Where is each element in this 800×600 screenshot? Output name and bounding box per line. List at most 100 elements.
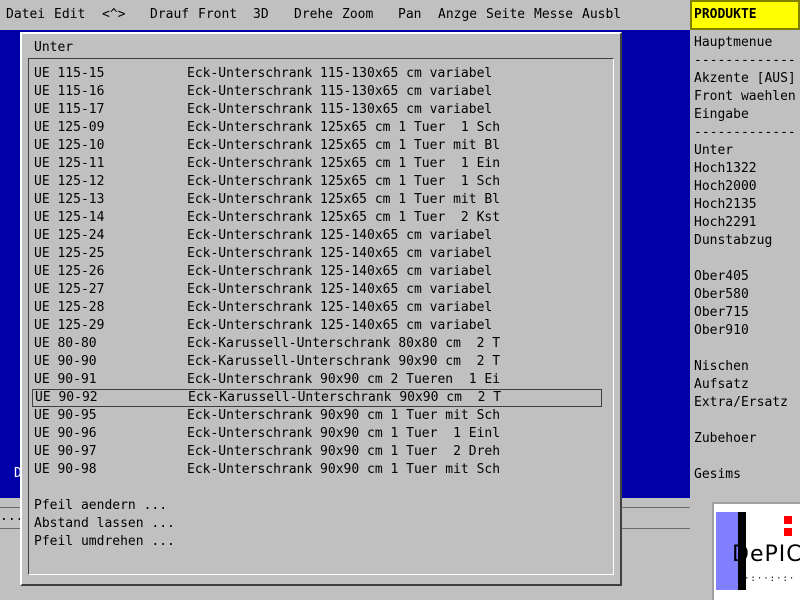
side-menu-item[interactable]: Eingabe <box>694 106 749 124</box>
side-menu-item[interactable]: Ober580 <box>694 286 749 304</box>
product-description: Eck-Unterschrank 90x90 cm 1 Tuer mit Sch <box>187 408 501 423</box>
side-panel-title: PRODUKTE <box>690 0 800 30</box>
menu-prev-next[interactable]: <^> <box>102 6 125 24</box>
product-code: UE 90-96 <box>34 426 97 441</box>
product-description: Eck-Unterschrank 125x65 cm 1 Tuer 1 Sch <box>187 174 501 189</box>
product-code: UE 125-24 <box>34 228 105 243</box>
side-menu-item[interactable]: Hoch2135 <box>694 196 757 214</box>
menu-front[interactable]: Front <box>198 6 237 24</box>
product-description: Eck-Unterschrank 125-140x65 cm variabel <box>187 228 493 243</box>
product-description: Eck-Unterschrank 125x65 cm 1 Tuer 1 Sch <box>187 120 501 135</box>
product-description: Eck-Karussell-Unterschrank 90x90 cm 2 T <box>188 390 502 405</box>
menu-messe[interactable]: Messe <box>534 6 573 24</box>
product-code: UE 125-13 <box>34 192 105 207</box>
status-field-right <box>622 507 690 529</box>
product-code: UE 125-25 <box>34 246 105 261</box>
product-row[interactable]: UE 90-97 Eck-Unterschrank 90x90 cm 1 Tuer… <box>32 443 602 461</box>
product-description: Eck-Unterschrank 125-140x65 cm variabel <box>187 318 493 333</box>
side-menu-item[interactable]: Hauptmenue <box>694 34 772 52</box>
side-menu-item[interactable]: Extra/Ersatz <box>694 394 788 412</box>
product-description: Eck-Unterschrank 125-140x65 cm variabel <box>187 282 493 297</box>
logo-dots: ·:··:·:· <box>744 574 796 584</box>
product-row[interactable]: UE 90-98 Eck-Unterschrank 90x90 cm 1 Tuer… <box>32 461 602 479</box>
depict-logo: DePICT ·:··:·:· <box>712 502 800 600</box>
product-code: UE 90-97 <box>34 444 97 459</box>
product-row[interactable]: UE 125-10 Eck-Unterschrank 125x65 cm 1 Tu… <box>32 137 602 155</box>
side-menu-item[interactable]: Unter <box>694 142 733 160</box>
menu-3d[interactable]: 3D <box>253 6 269 24</box>
product-row[interactable]: UE 90-95 Eck-Unterschrank 90x90 cm 1 Tuer… <box>32 407 602 425</box>
product-code: UE 80-80 <box>34 336 97 351</box>
product-code: UE 90-95 <box>34 408 97 423</box>
product-description: Eck-Unterschrank 125x65 cm 1 Tuer 2 Kst <box>187 210 501 225</box>
menu-anzge[interactable]: Anzge <box>438 6 477 24</box>
product-code: UE 90-92 <box>35 390 98 405</box>
action-pfeil-aendern[interactable]: Pfeil aendern ... <box>34 497 167 515</box>
product-code: UE 125-27 <box>34 282 105 297</box>
menu-pan[interactable]: Pan <box>398 6 421 24</box>
menu-seite[interactable]: Seite <box>486 6 525 24</box>
product-row[interactable]: UE 90-92 Eck-Karussell-Unterschrank 90x90… <box>32 389 602 407</box>
menu-drehe[interactable]: Drehe <box>294 6 333 24</box>
side-menu-item[interactable]: Akzente [AUS] <box>694 70 796 88</box>
side-menu-item[interactable]: Aufsatz <box>694 376 749 394</box>
menu-zoom[interactable]: Zoom <box>342 6 373 24</box>
side-menu-item[interactable]: Zubehoer <box>694 430 757 448</box>
menu-edit[interactable]: Edit <box>54 6 85 24</box>
product-code: UE 125-09 <box>34 120 105 135</box>
side-menu-item[interactable]: Ober910 <box>694 322 749 340</box>
product-row[interactable]: UE 125-11 Eck-Unterschrank 125x65 cm 1 Tu… <box>32 155 602 173</box>
menu-ausbl[interactable]: Ausbl <box>582 6 621 24</box>
product-row[interactable]: UE 125-25 Eck-Unterschrank 125-140x65 cm … <box>32 245 602 263</box>
product-description: Eck-Karussell-Unterschrank 90x90 cm 2 T <box>187 354 501 369</box>
product-description: Eck-Unterschrank 115-130x65 cm variabel <box>187 84 493 99</box>
product-row[interactable]: UE 90-91 Eck-Unterschrank 90x90 cm 2 Tuer… <box>32 371 602 389</box>
side-menu-item[interactable]: Hoch1322 <box>694 160 757 178</box>
product-selection-dialog: Unter Pfeil aendern ... Abstand lassen .… <box>20 32 622 586</box>
menu-drauf[interactable]: Drauf <box>150 6 189 24</box>
product-row[interactable]: UE 125-26 Eck-Unterschrank 125-140x65 cm … <box>32 263 602 281</box>
menu-bar: Datei Edit <^> Drauf Front 3D Drehe Zoom… <box>0 0 690 30</box>
product-row[interactable]: UE 125-09 Eck-Unterschrank 125x65 cm 1 Tu… <box>32 119 602 137</box>
product-code: UE 125-12 <box>34 174 105 189</box>
product-row[interactable]: UE 125-13 Eck-Unterschrank 125x65 cm 1 Tu… <box>32 191 602 209</box>
product-row[interactable]: UE 125-24 Eck-Unterschrank 125-140x65 cm … <box>32 227 602 245</box>
dialog-title: Unter <box>34 40 74 55</box>
side-menu-item[interactable]: Hoch2291 <box>694 214 757 232</box>
product-code: UE 115-17 <box>34 102 105 117</box>
action-abstand-lassen[interactable]: Abstand lassen ... <box>34 515 175 533</box>
menu-datei[interactable]: Datei <box>6 6 45 24</box>
product-code: UE 115-16 <box>34 84 105 99</box>
product-row[interactable]: UE 90-96 Eck-Unterschrank 90x90 cm 1 Tuer… <box>32 425 602 443</box>
product-row[interactable]: UE 125-29 Eck-Unterschrank 125-140x65 cm … <box>32 317 602 335</box>
product-description: Eck-Karussell-Unterschrank 80x80 cm 2 T <box>187 336 501 351</box>
product-row[interactable]: UE 115-15 Eck-Unterschrank 115-130x65 cm … <box>32 65 602 83</box>
side-menu-item[interactable]: Gesims <box>694 466 741 484</box>
product-row[interactable]: UE 125-12 Eck-Unterschrank 125x65 cm 1 Tu… <box>32 173 602 191</box>
product-code: UE 125-10 <box>34 138 105 153</box>
side-menu-item[interactable]: Hoch2000 <box>694 178 757 196</box>
action-pfeil-umdrehen[interactable]: Pfeil umdrehen ... <box>34 533 175 551</box>
side-menu-item[interactable]: Ober715 <box>694 304 749 322</box>
product-row[interactable]: UE 125-14 Eck-Unterschrank 125x65 cm 1 Tu… <box>32 209 602 227</box>
product-row[interactable]: UE 125-28 Eck-Unterschrank 125-140x65 cm … <box>32 299 602 317</box>
product-row[interactable]: UE 115-16 Eck-Unterschrank 115-130x65 cm … <box>32 83 602 101</box>
side-menu-item[interactable]: Dunstabzug <box>694 232 772 250</box>
side-menu-item[interactable]: Nischen <box>694 358 749 376</box>
product-description: Eck-Unterschrank 125x65 cm 1 Tuer mit Bl <box>187 138 501 153</box>
product-description: Eck-Unterschrank 125x65 cm 1 Tuer 1 Ein <box>187 156 501 171</box>
logo-red-square <box>784 528 792 536</box>
product-row[interactable]: UE 115-17 Eck-Unterschrank 115-130x65 cm … <box>32 101 602 119</box>
product-row[interactable]: UE 80-80 Eck-Karussell-Unterschrank 80x80… <box>32 335 602 353</box>
product-code: UE 90-91 <box>34 372 97 387</box>
product-description: Eck-Unterschrank 90x90 cm 1 Tuer 1 Einl <box>187 426 501 441</box>
product-code: UE 125-14 <box>34 210 105 225</box>
product-description: Eck-Unterschrank 90x90 cm 1 Tuer mit Sch <box>187 462 501 477</box>
logo-text: DePICT <box>732 542 800 567</box>
product-row[interactable]: UE 125-27 Eck-Unterschrank 125-140x65 cm … <box>32 281 602 299</box>
product-code: UE 125-11 <box>34 156 105 171</box>
side-menu-item[interactable]: Front waehlen <box>694 88 796 106</box>
product-code: UE 90-90 <box>34 354 97 369</box>
side-menu-item[interactable]: Ober405 <box>694 268 749 286</box>
product-row[interactable]: UE 90-90 Eck-Karussell-Unterschrank 90x90… <box>32 353 602 371</box>
